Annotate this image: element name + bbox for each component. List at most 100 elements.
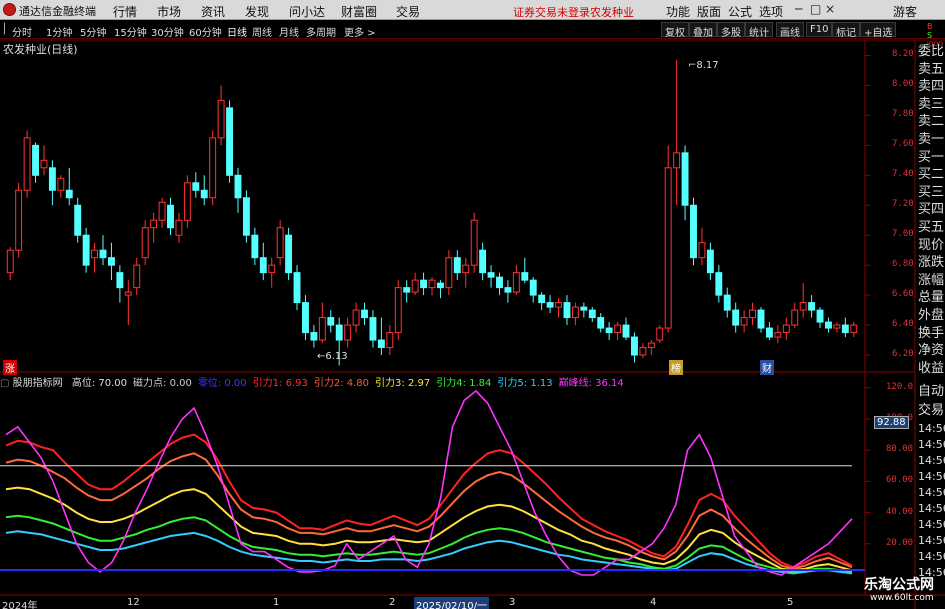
candle-body — [706, 249, 714, 274]
candle-body — [23, 137, 31, 191]
candle-body — [529, 279, 537, 296]
tick-time: 14:56 — [918, 422, 945, 435]
indicator-value-item: 引力1: 6.93 — [252, 378, 308, 389]
candle-body — [774, 332, 782, 338]
candle-body — [318, 317, 326, 341]
candle-body — [825, 321, 832, 329]
quote-field-label[interactable]: 卖三 — [918, 97, 944, 112]
candle-body — [782, 324, 790, 334]
indicator-tick-label: 60.00 — [886, 475, 914, 486]
tick-time: 14:56 — [918, 502, 945, 515]
quote-field-label[interactable]: 卖四 — [918, 79, 944, 94]
candle-body — [841, 324, 849, 334]
candle-body — [65, 189, 73, 199]
tag-bang[interactable]: 榜 — [669, 360, 683, 375]
indicator-values: 高位: 70.00 磁力点: 0.00 零位: 0.00 引力1: 6.93 引力2: … — [66, 378, 624, 389]
quote-field-label[interactable]: 买二 — [918, 167, 944, 182]
low-price-marker: ←6.13 — [317, 351, 348, 362]
price-tick-label: 6.80 — [892, 259, 914, 270]
candle-body — [175, 219, 183, 236]
price-tick-label: 6.60 — [892, 289, 914, 300]
candle-body — [436, 282, 444, 289]
candle-body — [538, 294, 546, 304]
candle-body — [6, 249, 14, 274]
candle-body — [57, 177, 65, 191]
trading-terminal: 通达信金融终端 行情 市场 资讯 发现 问小达 财富圈 交易 证券交易未登录 农… — [0, 0, 945, 609]
quote-field-label[interactable]: 收益 — [918, 361, 944, 376]
candle-body — [361, 309, 368, 319]
high-price-marker: ⌐8.17 — [688, 60, 719, 71]
trade-panel-label[interactable]: 交易 — [918, 403, 944, 418]
candle-body — [141, 227, 149, 259]
candle-body — [15, 189, 23, 251]
quote-field-label[interactable]: 净资 — [918, 343, 944, 358]
quote-field-label[interactable]: 总量 — [918, 290, 944, 305]
tick-time: 14:56 — [918, 550, 945, 563]
candle-body — [386, 332, 394, 349]
candle-body — [588, 309, 596, 319]
quote-field-label[interactable]: 外盘 — [918, 308, 944, 323]
candle-body — [462, 264, 470, 274]
date-tick-label: 5 — [787, 597, 794, 608]
quote-field-label[interactable]: 买五 — [918, 220, 944, 235]
candle-body — [234, 174, 242, 199]
candle-body — [563, 302, 571, 319]
indicator-value-item: 引力5: 1.13 — [497, 378, 553, 389]
candle-body — [91, 249, 99, 259]
indicator-toggle-icon[interactable]: ▢ — [0, 378, 9, 389]
candle-body — [352, 309, 360, 326]
quote-field-label[interactable]: 卖一 — [918, 132, 944, 147]
candle-body — [116, 272, 124, 289]
tag-cai[interactable]: 财 — [760, 360, 774, 375]
candle-body — [715, 272, 723, 296]
quote-field-label[interactable]: 买一 — [918, 150, 944, 165]
candle-body — [285, 234, 293, 274]
candle-body — [749, 309, 757, 319]
candle-body — [226, 107, 233, 176]
quote-field-label[interactable]: 涨幅 — [918, 273, 944, 288]
quote-field-label[interactable]: 买四 — [918, 202, 944, 217]
candle-body — [723, 294, 731, 311]
candle-body — [850, 324, 858, 334]
candle-body — [808, 302, 816, 311]
quote-field-label[interactable]: 买三 — [918, 185, 944, 200]
quote-field-label[interactable]: 卖五 — [918, 62, 944, 77]
candle-body — [335, 324, 343, 341]
indicator-header: ▢ 股朋指标网 高位: 70.00 磁力点: 0.00 零位: 0.00 引力1: 6… — [0, 374, 624, 389]
candle-body — [681, 152, 689, 206]
price-tick-label: 7.80 — [892, 109, 914, 120]
quote-field-label[interactable]: 涨跌 — [918, 255, 944, 270]
quote-field-label[interactable]: 委比 — [918, 44, 944, 59]
tick-time: 14:56 — [918, 438, 945, 451]
candle-body — [310, 332, 318, 341]
indicator-tick-label: 40.00 — [886, 506, 914, 517]
indicator-value-item: 巅峰线: 36.14 — [558, 378, 624, 389]
tag-zhang[interactable]: 涨 — [3, 360, 17, 375]
candle-body — [167, 204, 174, 229]
date-tick-label: 12 — [127, 597, 140, 608]
indicator-name[interactable]: 股朋指标网 — [13, 378, 63, 389]
trade-panel-label[interactable]: 自动 — [918, 384, 944, 399]
indicator-line-l2 — [5, 452, 853, 570]
indicator-value-item: 引力4: 1.84 — [436, 378, 492, 389]
candle-body — [453, 257, 461, 274]
candle-body — [656, 327, 664, 341]
price-tick-label: 6.40 — [892, 319, 914, 330]
candle-body — [420, 279, 428, 289]
watermark-url: www.60lt.com — [870, 593, 934, 603]
indicator-value-item: 引力3: 2.97 — [375, 378, 431, 389]
candle-body — [740, 317, 748, 326]
candle-body — [496, 276, 503, 289]
kline-chart[interactable] — [0, 0, 945, 609]
quote-field-label[interactable]: 换手 — [918, 326, 944, 341]
quote-field-label[interactable]: 卖二 — [918, 114, 944, 129]
tick-time: 14:56 — [918, 534, 945, 547]
quote-field-label[interactable]: 现价 — [918, 238, 944, 253]
candle-body — [377, 339, 385, 349]
indicator-tick-label: 20.00 — [886, 537, 914, 548]
candle-body — [512, 272, 520, 293]
candle-body — [394, 287, 402, 334]
candle-body — [150, 219, 158, 229]
indicator-tick-label: 80.00 — [886, 444, 914, 455]
candle-body — [639, 347, 647, 356]
